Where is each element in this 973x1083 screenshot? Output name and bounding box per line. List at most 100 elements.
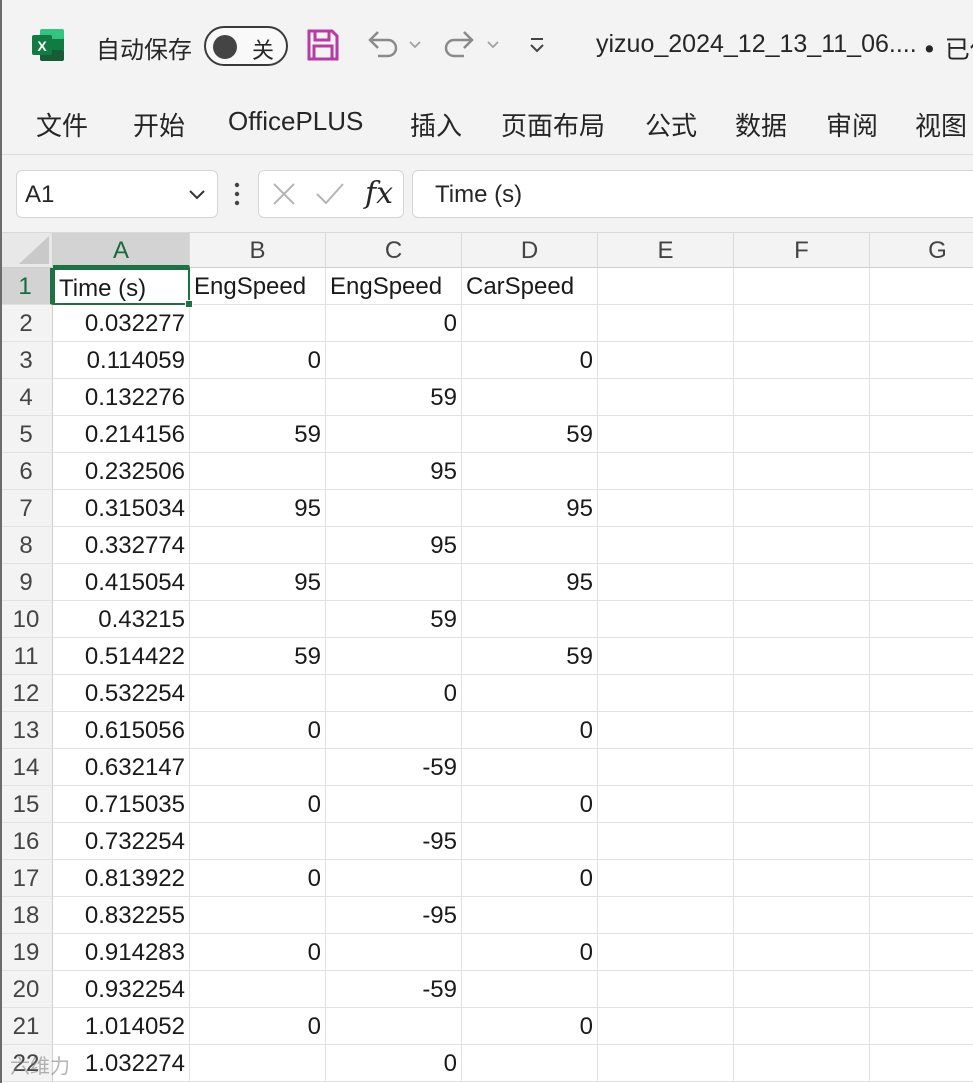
cell-e16[interactable] <box>598 823 734 860</box>
cell-e13[interactable] <box>598 712 734 749</box>
cell-d8[interactable] <box>462 527 598 564</box>
cell-c12[interactable]: 0 <box>326 675 462 712</box>
row-header[interactable]: 10 <box>0 601 53 638</box>
cell-f8[interactable] <box>734 527 870 564</box>
row-header[interactable]: 14 <box>0 749 53 786</box>
cell-a12[interactable]: 0.532254 <box>53 675 190 712</box>
cell-c7[interactable] <box>326 490 462 527</box>
formula-input[interactable]: Time (s) <box>412 170 973 218</box>
row-header[interactable]: 18 <box>0 897 53 934</box>
more-options-icon[interactable] <box>232 181 242 207</box>
cell-g19[interactable] <box>870 934 973 971</box>
cell-d3[interactable]: 0 <box>462 342 598 379</box>
cell-f1[interactable] <box>734 268 870 305</box>
autosave-toggle[interactable]: 关 <box>204 26 288 66</box>
row-header[interactable]: 16 <box>0 823 53 860</box>
row-header[interactable]: 4 <box>0 379 53 416</box>
cell-f20[interactable] <box>734 971 870 1008</box>
cell-d7[interactable]: 95 <box>462 490 598 527</box>
cell-b10[interactable] <box>190 601 326 638</box>
cell-c20[interactable]: -59 <box>326 971 462 1008</box>
cell-b4[interactable] <box>190 379 326 416</box>
cell-a4[interactable]: 0.132276 <box>53 379 190 416</box>
cell-g11[interactable] <box>870 638 973 675</box>
cell-d17[interactable]: 0 <box>462 860 598 897</box>
cell-f10[interactable] <box>734 601 870 638</box>
tab-review[interactable]: 审阅 <box>826 106 878 143</box>
tab-formulas[interactable]: 公式 <box>645 106 697 143</box>
cell-f3[interactable] <box>734 342 870 379</box>
cell-f13[interactable] <box>734 712 870 749</box>
cell-b1[interactable]: EngSpeed <box>190 268 326 305</box>
cell-g13[interactable] <box>870 712 973 749</box>
cell-c19[interactable] <box>326 934 462 971</box>
cell-c21[interactable] <box>326 1008 462 1045</box>
row-header[interactable]: 15 <box>0 786 53 823</box>
cell-f18[interactable] <box>734 897 870 934</box>
row-header[interactable]: 21 <box>0 1008 53 1045</box>
cell-b2[interactable] <box>190 305 326 342</box>
cell-a10[interactable]: 0.43215 <box>53 601 190 638</box>
cell-d11[interactable]: 59 <box>462 638 598 675</box>
cell-g1[interactable] <box>870 268 973 305</box>
customize-toolbar-icon[interactable] <box>528 34 546 56</box>
cell-f19[interactable] <box>734 934 870 971</box>
cell-b20[interactable] <box>190 971 326 1008</box>
cell-a16[interactable]: 0.732254 <box>53 823 190 860</box>
cell-f2[interactable] <box>734 305 870 342</box>
cell-d10[interactable] <box>462 601 598 638</box>
column-header-c[interactable]: C <box>326 233 462 268</box>
column-header-b[interactable]: B <box>190 233 326 268</box>
file-name[interactable]: yizuo_2024_12_13_11_06.... <box>596 30 917 59</box>
cell-a8[interactable]: 0.332774 <box>53 527 190 564</box>
cell-b6[interactable] <box>190 453 326 490</box>
cell-b5[interactable]: 59 <box>190 416 326 453</box>
cell-c14[interactable]: -59 <box>326 749 462 786</box>
cell-b16[interactable] <box>190 823 326 860</box>
cell-a9[interactable]: 0.415054 <box>53 564 190 601</box>
tab-officeplus[interactable]: OfficePLUS <box>228 106 363 137</box>
row-header[interactable]: 13 <box>0 712 53 749</box>
column-header-g[interactable]: G <box>870 233 973 268</box>
cell-g5[interactable] <box>870 416 973 453</box>
cell-f21[interactable] <box>734 1008 870 1045</box>
cell-g2[interactable] <box>870 305 973 342</box>
cell-d14[interactable] <box>462 749 598 786</box>
cell-b13[interactable]: 0 <box>190 712 326 749</box>
cell-f22[interactable] <box>734 1045 870 1082</box>
cell-d19[interactable]: 0 <box>462 934 598 971</box>
cell-d15[interactable]: 0 <box>462 786 598 823</box>
cell-a1[interactable]: Time (s) <box>53 268 190 305</box>
cell-d18[interactable] <box>462 897 598 934</box>
cell-a6[interactable]: 0.232506 <box>53 453 190 490</box>
cell-d5[interactable]: 59 <box>462 416 598 453</box>
cell-e2[interactable] <box>598 305 734 342</box>
cell-g7[interactable] <box>870 490 973 527</box>
cell-d22[interactable] <box>462 1045 598 1082</box>
row-header[interactable]: 11 <box>0 638 53 675</box>
cell-c6[interactable]: 95 <box>326 453 462 490</box>
cell-g21[interactable] <box>870 1008 973 1045</box>
cell-a22[interactable]: 1.032274 <box>53 1045 190 1082</box>
cell-g15[interactable] <box>870 786 973 823</box>
column-header-a[interactable]: A <box>53 233 190 268</box>
cell-g3[interactable] <box>870 342 973 379</box>
row-header[interactable]: 12 <box>0 675 53 712</box>
cell-g17[interactable] <box>870 860 973 897</box>
cell-f17[interactable] <box>734 860 870 897</box>
cell-g8[interactable] <box>870 527 973 564</box>
cell-f11[interactable] <box>734 638 870 675</box>
cell-g20[interactable] <box>870 971 973 1008</box>
cell-d6[interactable] <box>462 453 598 490</box>
cell-e8[interactable] <box>598 527 734 564</box>
cell-e1[interactable] <box>598 268 734 305</box>
row-header[interactable]: 2 <box>0 305 53 342</box>
cell-d20[interactable] <box>462 971 598 1008</box>
cell-e7[interactable] <box>598 490 734 527</box>
cell-d1[interactable]: CarSpeed <box>462 268 598 305</box>
cell-a18[interactable]: 0.832255 <box>53 897 190 934</box>
cell-e12[interactable] <box>598 675 734 712</box>
row-header[interactable]: 5 <box>0 416 53 453</box>
cell-c16[interactable]: -95 <box>326 823 462 860</box>
check-icon[interactable] <box>315 181 345 207</box>
